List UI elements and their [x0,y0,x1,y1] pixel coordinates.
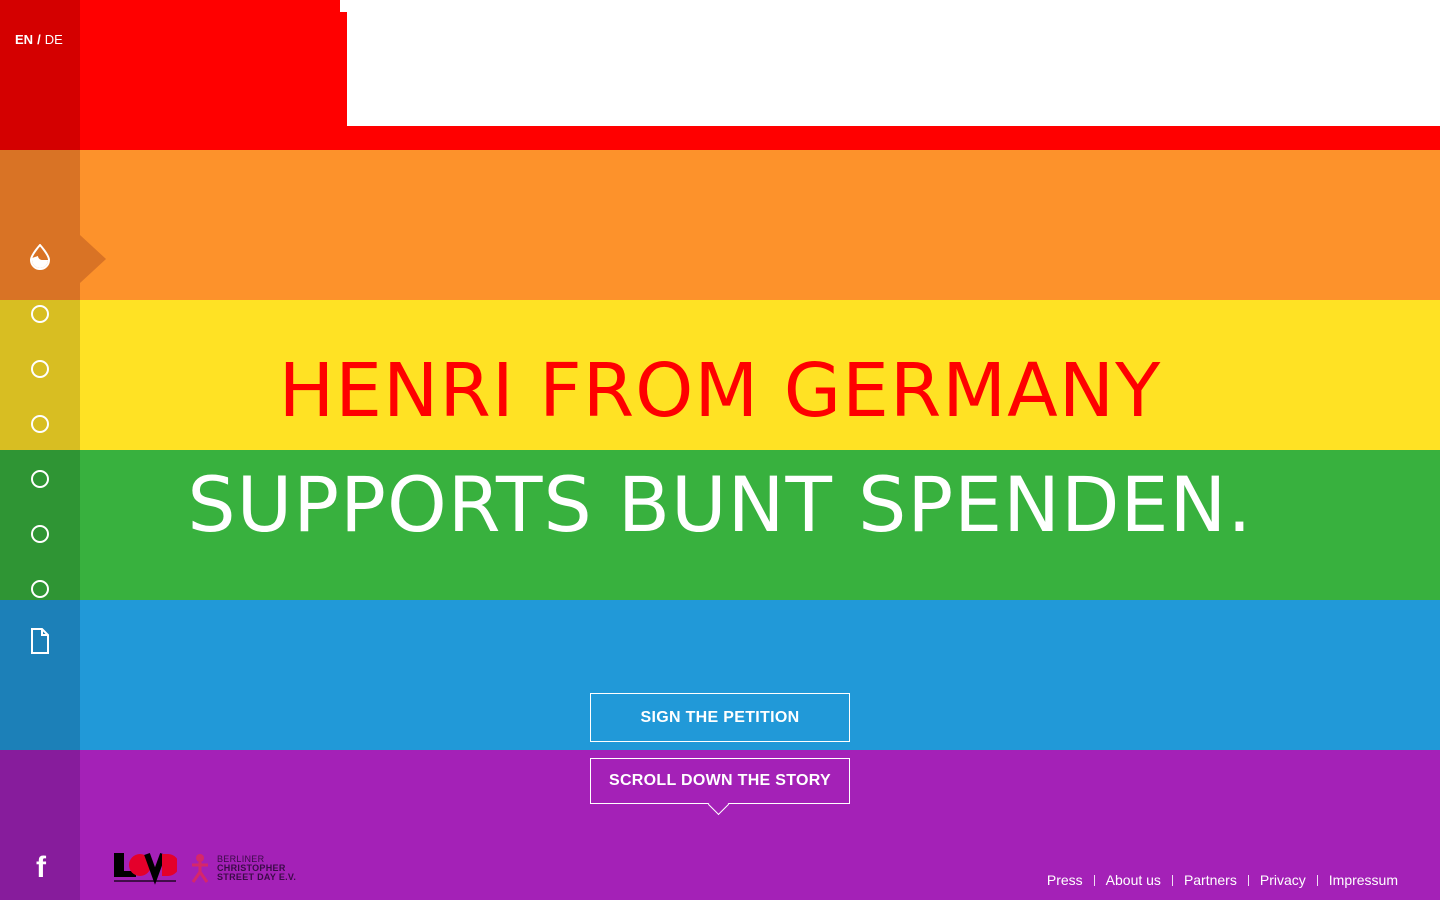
document-icon [31,628,49,654]
language-switcher: EN / DE [15,32,63,47]
footer-divider [1247,874,1249,886]
footer-link-privacy[interactable]: Privacy [1260,872,1306,888]
scroll-down-label: SCROLL DOWN THE STORY [608,772,831,789]
circle-icon [31,470,49,488]
csd-logo-text: BERLINER CHRISTOPHER STREET DAY E.V. [217,854,297,882]
scroll-down-button[interactable]: SCROLL DOWN THE STORY [590,758,850,804]
footer-links: Press About us Partners Privacy Impressu… [1047,872,1398,888]
footer-link-press[interactable]: Press [1047,872,1083,888]
circle-icon [31,525,49,543]
hero-line-2: SUPPORTS BUNT SPENDEN. [187,460,1253,549]
circle-icon [31,305,49,323]
nav-item-document[interactable] [29,628,51,654]
footer-link-about-us[interactable]: About us [1106,872,1161,888]
sign-petition-button[interactable]: SIGN THE PETITION [590,693,850,742]
nav-item-4[interactable] [29,413,51,435]
footer-link-partners[interactable]: Partners [1184,872,1237,888]
footer-divider [1171,874,1173,886]
active-nav-pointer [80,235,106,283]
sidebar: EN / DE f [0,0,80,900]
footer-divider [1093,874,1095,886]
csd-line-3: STREET DAY E.V. [217,871,297,882]
nav-item-3[interactable] [29,358,51,380]
header-blank-area [347,0,1440,126]
sidebar-band-blue [0,600,80,750]
circle-icon [31,360,49,378]
nav-item-story-drop[interactable] [29,244,51,270]
nav-item-2[interactable] [29,303,51,325]
facebook-icon[interactable]: f [30,852,52,884]
lang-de[interactable]: DE [45,32,63,47]
nav-item-5[interactable] [29,468,51,490]
sidebar-band-red [0,0,80,150]
partner-logos: BERLINER CHRISTOPHER STREET DAY E.V. [113,850,296,886]
nav-item-7[interactable] [29,578,51,600]
lang-separator: / [37,32,41,47]
circle-icon [31,580,49,598]
lsvd-logo-mark [114,852,179,885]
lang-en[interactable]: EN [15,32,33,47]
drop-icon [29,244,51,270]
footer-link-impressum[interactable]: Impressum [1329,872,1398,888]
sidebar-band-orange [0,150,80,300]
stripe-orange [0,150,1440,300]
footer-divider [1316,874,1318,886]
nav-item-6[interactable] [29,523,51,545]
lsvd-logo[interactable] [113,851,179,885]
csd-figure-icon [191,854,209,883]
csd-logo[interactable]: BERLINER CHRISTOPHER STREET DAY E.V. [189,853,296,883]
circle-icon [31,415,49,433]
hero-line-1: HENRI FROM GERMANY [278,348,1162,434]
